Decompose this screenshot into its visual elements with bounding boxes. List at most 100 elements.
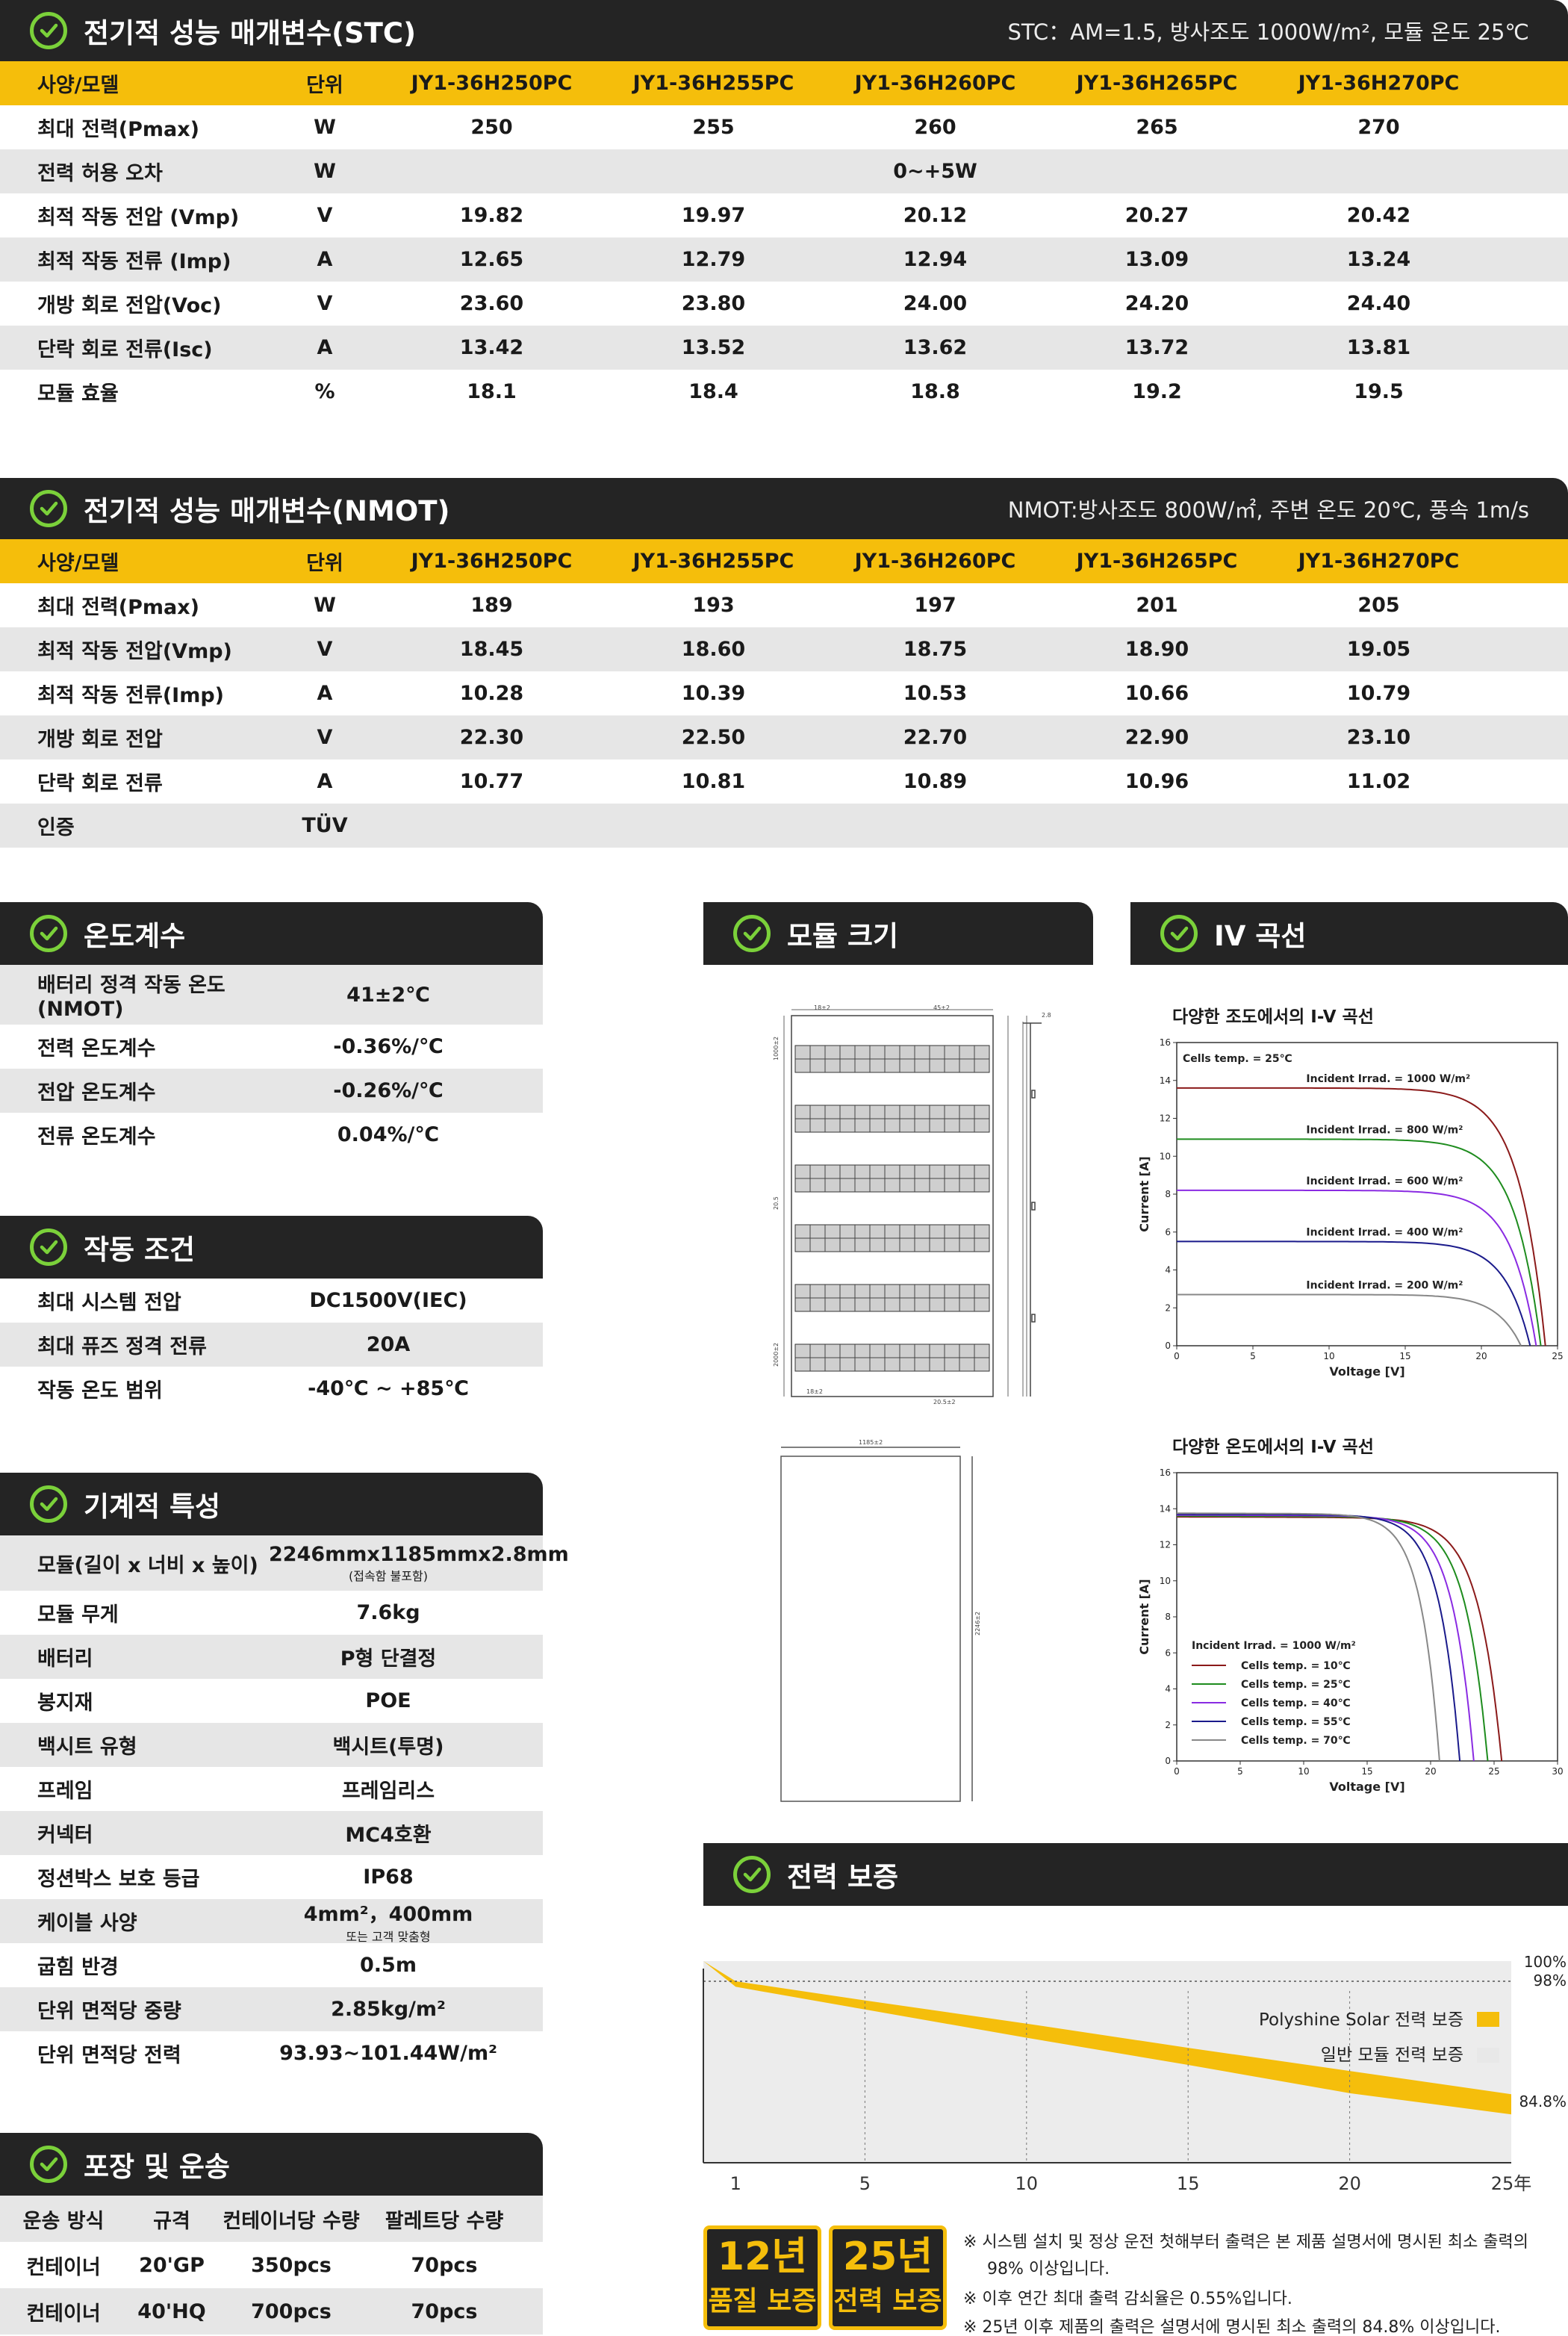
series-label: Incident Irrad. = 800 W/m² [1306,1124,1463,1136]
value-note: 또는 고객 맞춤형 [346,1930,431,1944]
legend-label: Cells temp. = 10℃ [1241,1660,1351,1672]
column-header: 규격 [153,2209,190,2233]
table-row: 최적 작동 전압 (Vmp) V 19.82 19.97 20.12 20.27 20.42 [0,193,1568,237]
row-value: 2.85kg/m² [269,1998,508,2021]
value-main: 7.6kg [356,1601,420,1624]
legend-label: Polyshine Solar 전력 보증 [1259,2010,1463,2030]
column-header: JY1-36H250PC [411,72,573,95]
series-label: Incident Irrad. = 200 W/m² [1306,1279,1463,1291]
iv-chart-irradiance: 0 5 10 15 20 25 0 2 4 6 8 10 12 14 16 Voltage [V] Curren… [1137,1037,1564,1379]
y-tick-label: 16 [1160,1037,1171,1048]
row-value: -40℃ ~ +85℃ [269,1377,508,1400]
table-cell: 22.70 [903,726,968,749]
table-row: 작동 온도 범위 -40℃ ~ +85℃ [0,1367,543,1411]
chart-annotation: Incident Irrad. = 1000 W/m² [1192,1640,1356,1652]
table-cell: 최대 전력(Pmax) [37,596,199,619]
table-cell: 20'GP [139,2253,205,2277]
value-main: MC4호환 [345,1824,432,1847]
row-value: 41±2℃ [269,984,508,1007]
table-row: 모듈 무게 7.6kg [0,1591,543,1635]
x-tick-label: 5 [1250,1351,1256,1361]
module-drawing-back: 1185±2 2246±2 [780,1439,981,1802]
column-header: 사양/모델 [37,552,119,575]
x-tick-label: 15 [1361,1766,1372,1777]
table-row: 최대 시스템 전압 DC1500V(IEC) [0,1279,543,1323]
value-main: 93.93~101.44W/m² [279,2042,497,2065]
x-tick-label: 25年 [1491,2173,1532,2194]
table-cell: 250 [470,116,513,139]
table-cell: 12.94 [903,248,968,271]
check-icon [733,915,771,952]
table-cell: 22.90 [1124,726,1189,749]
y-tick-label: 6 [1165,1647,1171,1658]
table-cell: 11.02 [1346,770,1411,793]
warranty-note: 98% 이상입니다. [987,2260,1110,2278]
table-cell: 10.77 [459,770,524,793]
series-label: Incident Irrad. = 600 W/m² [1306,1175,1463,1187]
value-main: 2246mmx1185mmx2.8mm [269,1542,569,1566]
column-header: JY1-36H265PC [1076,72,1238,95]
y-axis-label: Current [A] [1137,1579,1151,1654]
row-value: 7.6kg [269,1601,508,1624]
x-tick-label: 20 [1338,2173,1361,2194]
legend-label: Cells temp. = 70℃ [1241,1735,1351,1747]
y-tick-label: 0 [1165,1756,1171,1766]
check-icon [30,490,67,527]
table-row: 모듈(길이 x 너비 x 높이) 2246mmx1185mmx2.8mm (접속함 … [0,1535,569,1591]
nmot-title: 전기적 성능 매개변수(NMOT) [84,495,450,527]
table-cell: 13.42 [459,336,524,359]
y-axis-label: Current [A] [1137,1156,1151,1231]
row-value: 백시트(투명) [269,1730,508,1759]
check-icon [733,1856,771,1893]
module-size-header: 모듈 크기 [703,902,1093,965]
legend-label: Cells temp. = 55℃ [1241,1716,1351,1728]
table-row: 단락 회로 전류(Isc) A 13.42 13.52 13.62 13.72 13.81 [0,326,1568,370]
table-cell: 13.09 [1124,248,1189,271]
table-cell: 24.00 [903,292,968,315]
row-value: POE [269,1689,508,1712]
row-value: 0.5m [269,1954,508,1977]
table-cell: 13.52 [681,336,746,359]
column-header: JY1-36H260PC [854,72,1016,95]
table-row: 커넥터 MC4호환 [0,1811,543,1855]
badge-years: 12년 [717,2234,808,2279]
table-cell: 19.2 [1132,380,1182,403]
table-cell: 단락 회로 전류(Isc) [37,338,213,361]
y-tick-label: 4 [1165,1684,1171,1694]
table-cell: 18.4 [688,380,738,403]
table-cell: 189 [470,594,513,617]
row-label: 정션박스 보호 등급 [37,1868,200,1891]
column-header: 팔레트당 수량 [385,2209,504,2233]
table-cell: V [317,292,333,315]
table-cell: 18.75 [903,638,968,661]
table-cell: 최적 작동 전류(Imp) [37,684,225,707]
legend-label: Cells temp. = 25℃ [1241,1679,1351,1691]
table-row: 배터리 P형 단결정 [0,1635,543,1679]
table-cell: 197 [914,594,956,617]
row-label: 작동 온도 범위 [37,1379,163,1402]
warranty-note: ※ 시스템 설치 및 정상 운전 첫해부터 출력은 본 제품 설명서에 명시된 … [963,2233,1529,2252]
y-tick-label: 6 [1165,1227,1171,1237]
table-cell: 10.66 [1124,682,1189,705]
quality-warranty-badge: 12년 품질 보증 [703,2225,821,2330]
warranty-note: ※ 이후 연간 최대 출력 감쇠율은 0.55%입니다. [963,2290,1292,2308]
table-row: 단위 면적당 전력 93.93~101.44W/m² [0,2031,543,2075]
x-tick-label: 15 [1177,2173,1200,2194]
table-cell: 20.12 [903,204,968,227]
table-cell: 270 [1357,116,1400,139]
table-row: 최대 전력(Pmax) W 250 255 260 265 270 [0,105,1568,149]
x-tick-label: 25 [1552,1351,1563,1361]
table-cell: V [317,204,333,227]
row-value: -0.26%/℃ [269,1079,508,1102]
table-cell: 10.81 [681,770,746,793]
x-tick-label: 20 [1425,1766,1436,1777]
dim-label: 20.5±2 [933,1399,956,1405]
table-cell: 13.81 [1346,336,1411,359]
x-tick-label: 20 [1475,1351,1487,1361]
packing-header: 포장 및 운송 [0,2133,543,2196]
table-cell: W [314,160,336,183]
value-main: DC1500V(IEC) [309,1289,467,1312]
y-tick-label: 16 [1160,1467,1171,1478]
badge-label: 품질 보증 [708,2286,817,2317]
legend-swatch [1477,2012,1499,2027]
